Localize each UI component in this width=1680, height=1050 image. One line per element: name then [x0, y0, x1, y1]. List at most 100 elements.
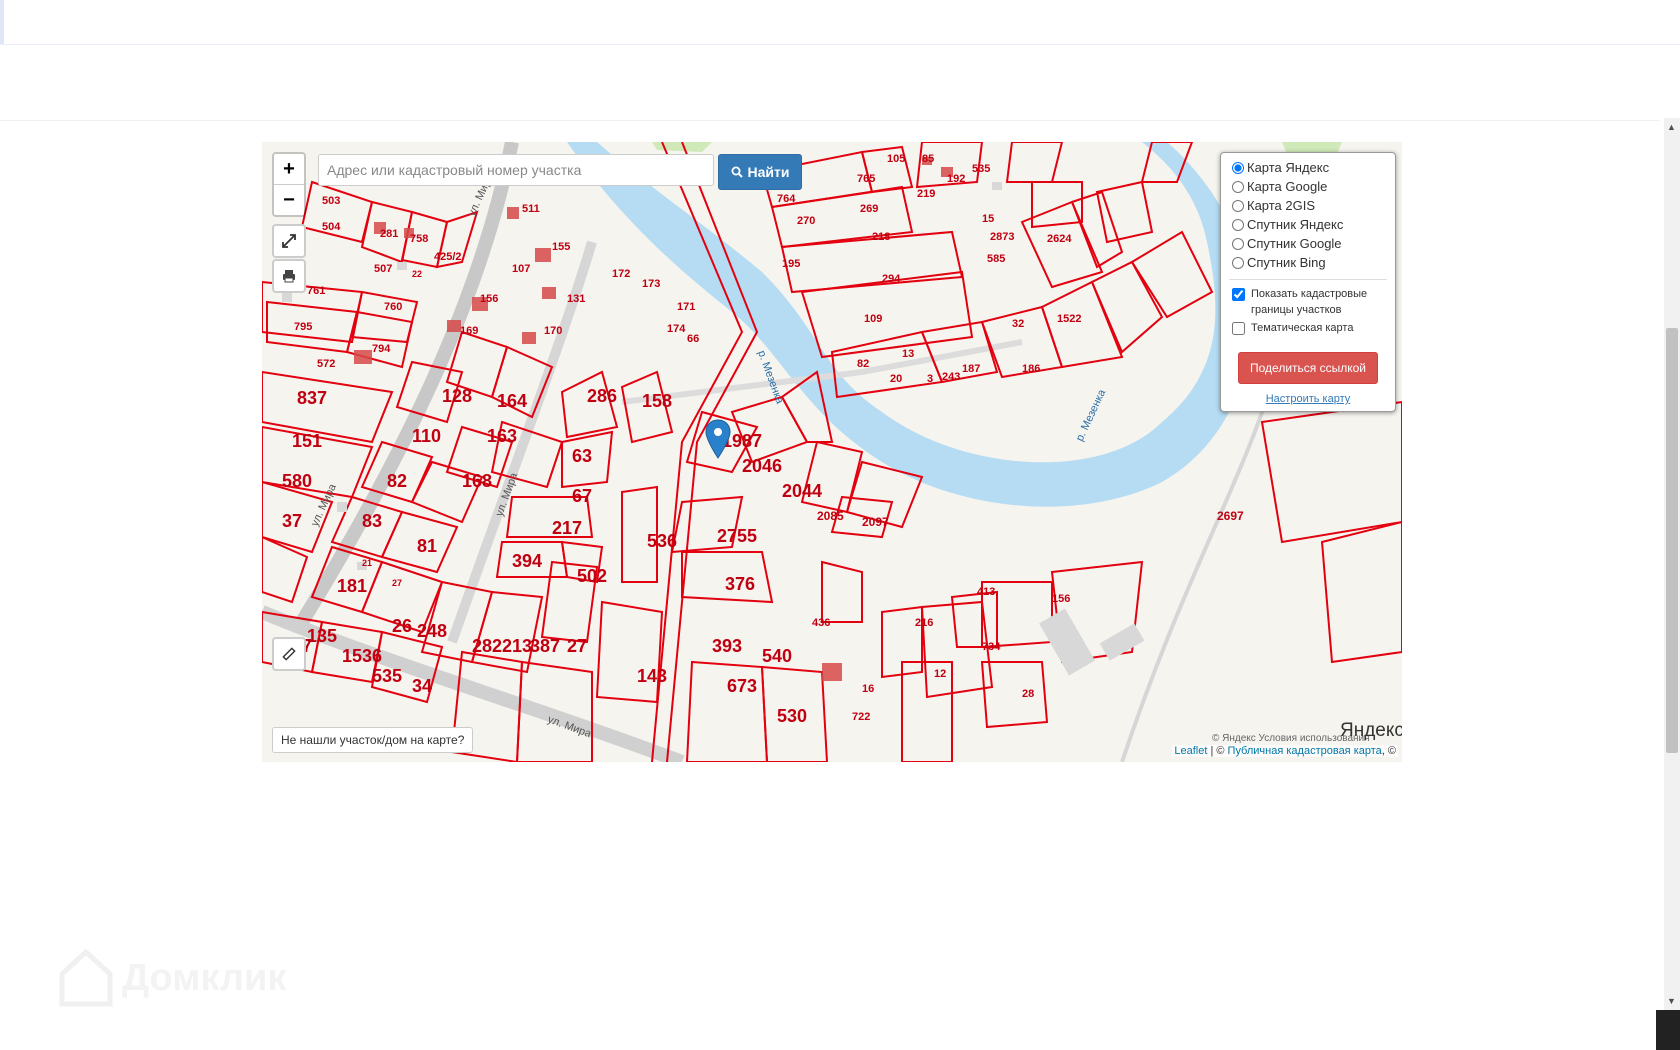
- parcel-number[interactable]: 387: [530, 636, 560, 656]
- parcel-number[interactable]: 128: [442, 386, 472, 406]
- parcel-number[interactable]: 286: [587, 386, 617, 406]
- fullscreen-button[interactable]: [272, 224, 306, 258]
- parcel-number[interactable]: 585: [987, 253, 1005, 265]
- parcel-number[interactable]: 172: [612, 268, 630, 280]
- layer-google-satellite[interactable]: Спутник Google: [1232, 236, 1342, 251]
- parcel-number[interactable]: 15: [982, 213, 994, 225]
- parcel-number[interactable]: 27: [392, 578, 402, 588]
- parcel-number[interactable]: 110: [412, 426, 441, 446]
- parcel-number[interactable]: 26: [392, 616, 412, 636]
- parcel-number[interactable]: 673: [727, 676, 757, 696]
- parcel-number[interactable]: 436: [812, 617, 830, 629]
- layer-radio[interactable]: [1232, 161, 1244, 174]
- leaflet-link[interactable]: Leaflet: [1174, 745, 1207, 757]
- parcel-number[interactable]: 67: [572, 486, 592, 506]
- parcel-number[interactable]: 32: [1012, 318, 1024, 330]
- ruler-button[interactable]: [272, 637, 306, 671]
- parcel-number[interactable]: 34: [412, 676, 432, 696]
- layer-bing-satellite[interactable]: Спутник Bing: [1232, 255, 1326, 270]
- parcel-number[interactable]: 107: [512, 263, 530, 275]
- parcel-number[interactable]: 195: [782, 258, 800, 270]
- parcel-number[interactable]: 540: [762, 646, 792, 666]
- search-input[interactable]: [318, 154, 714, 186]
- parcel-number[interactable]: 2046: [742, 456, 782, 476]
- parcel-number[interactable]: 143: [637, 666, 667, 686]
- parcel-number[interactable]: 294: [882, 273, 901, 285]
- parcel-number[interactable]: 81: [417, 536, 437, 556]
- parcel-number[interactable]: 425/2: [434, 251, 462, 263]
- layer-2gis-map[interactable]: Карта 2GIS: [1232, 198, 1315, 213]
- parcel-number[interactable]: 511: [522, 203, 540, 215]
- parcel-number[interactable]: 27: [567, 636, 587, 656]
- layer-radio[interactable]: [1232, 256, 1244, 269]
- parcel-number[interactable]: 2873: [990, 231, 1014, 243]
- parcel-number[interactable]: 281: [380, 228, 398, 240]
- parcel-number[interactable]: 16: [862, 683, 874, 695]
- parcel-number[interactable]: 580: [282, 471, 312, 491]
- thematic-map-toggle[interactable]: Тематическая карта: [1232, 320, 1353, 336]
- pkk-link[interactable]: Публичная кадастровая карта: [1228, 745, 1382, 757]
- parcel-number[interactable]: 173: [642, 278, 660, 290]
- scroll-down-arrow-icon[interactable]: ▼: [1667, 996, 1676, 1006]
- scroll-up-arrow-icon[interactable]: ▲: [1667, 122, 1676, 132]
- parcel-number[interactable]: 12: [934, 668, 946, 680]
- parcel-number[interactable]: 413: [977, 586, 995, 598]
- parcel-number[interactable]: 135: [307, 626, 337, 646]
- parcel-number[interactable]: 217: [552, 518, 582, 538]
- parcel-number[interactable]: 168: [462, 471, 492, 491]
- parcel-number[interactable]: 186: [1022, 363, 1040, 375]
- layer-radio[interactable]: [1232, 180, 1244, 193]
- layer-yandex-map[interactable]: Карта Яндекс: [1232, 160, 1329, 175]
- page-scrollbar[interactable]: ▲ ▼: [1664, 118, 1680, 1010]
- parcel-number[interactable]: 734: [982, 641, 1001, 653]
- parcel-number[interactable]: 192: [947, 173, 965, 185]
- parcel-number[interactable]: 151: [292, 431, 322, 451]
- not-found-button[interactable]: Не нашли участок/дом на карте?: [272, 727, 474, 753]
- show-cadastral-toggle[interactable]: Показать кадастровые границы участков: [1232, 286, 1382, 318]
- layer-google-map[interactable]: Карта Google: [1232, 179, 1327, 194]
- parcel-number[interactable]: 109: [864, 313, 882, 325]
- parcel-number[interactable]: 28: [1022, 688, 1034, 700]
- parcel-number[interactable]: 155: [552, 241, 570, 253]
- parcel-number[interactable]: 20: [890, 373, 902, 385]
- parcel-number[interactable]: 765: [857, 173, 875, 185]
- parcel-number[interactable]: 82: [857, 358, 869, 370]
- parcel-number[interactable]: 572: [317, 358, 335, 370]
- parcel-number[interactable]: 163: [487, 426, 517, 446]
- parcel-number[interactable]: 83: [362, 511, 382, 531]
- parcel-number[interactable]: 507: [374, 263, 392, 275]
- parcel-number[interactable]: 218: [872, 231, 890, 243]
- parcel-number[interactable]: 393: [712, 636, 742, 656]
- parcel-number[interactable]: 216: [915, 617, 933, 629]
- parcel-number[interactable]: 131: [567, 293, 585, 305]
- layer-radio[interactable]: [1232, 218, 1244, 231]
- parcel-number[interactable]: 2097: [862, 515, 889, 529]
- parcel-number[interactable]: 158: [642, 391, 672, 411]
- thematic-map-checkbox[interactable]: [1232, 322, 1245, 335]
- parcel-number[interactable]: 376: [725, 574, 755, 594]
- parcel-number[interactable]: 2044: [782, 481, 822, 501]
- parcel-number[interactable]: 82: [387, 471, 407, 491]
- parcel-number[interactable]: 174: [667, 323, 686, 335]
- parcel-number[interactable]: 722: [852, 711, 870, 723]
- search-button[interactable]: Найти: [718, 154, 802, 190]
- parcel-number[interactable]: 2624: [1047, 233, 1072, 245]
- parcel-number[interactable]: 169: [460, 325, 478, 337]
- print-button[interactable]: [272, 259, 306, 293]
- parcel-number[interactable]: 795: [294, 321, 312, 333]
- parcel-number[interactable]: 22: [412, 269, 422, 279]
- parcel-number[interactable]: 156: [480, 293, 498, 305]
- parcel-number[interactable]: 85: [922, 153, 934, 165]
- parcel-number[interactable]: 2697: [1217, 509, 1244, 523]
- parcel-number[interactable]: 282: [472, 636, 502, 656]
- setup-map-link[interactable]: Настроить карту: [1221, 393, 1395, 405]
- parcel-number[interactable]: 2085: [817, 509, 844, 523]
- parcel-number[interactable]: 837: [297, 388, 327, 408]
- parcel-number[interactable]: 171: [677, 301, 695, 313]
- show-cadastral-checkbox[interactable]: [1232, 288, 1245, 301]
- parcel-number[interactable]: 536: [647, 531, 677, 551]
- parcel-number[interactable]: 66: [687, 333, 699, 345]
- parcel-number[interactable]: 504: [322, 221, 341, 233]
- parcel-number[interactable]: 219: [917, 188, 935, 200]
- parcel-number[interactable]: 764: [777, 193, 796, 205]
